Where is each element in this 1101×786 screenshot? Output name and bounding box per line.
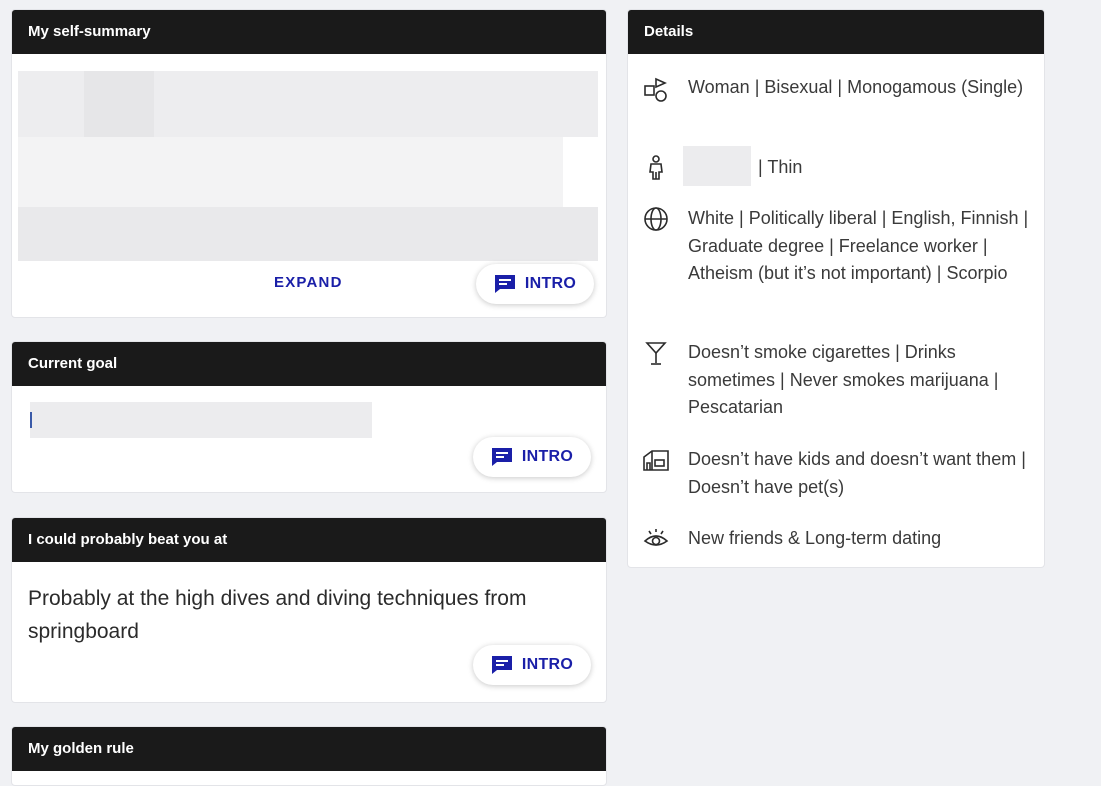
golden-rule-card: My golden rule bbox=[11, 726, 607, 786]
detail-text: New friends & Long-term dating bbox=[688, 528, 942, 548]
message-icon bbox=[494, 275, 515, 293]
redacted-height bbox=[683, 146, 751, 186]
gender-shapes-icon bbox=[642, 76, 670, 104]
details-title: Details bbox=[628, 10, 1044, 54]
intro-label: INTRO bbox=[521, 448, 574, 465]
house-icon bbox=[642, 446, 670, 474]
intro-label: INTRO bbox=[524, 275, 577, 292]
self-summary-card: My self-summary EXPAND INTRO bbox=[11, 9, 607, 318]
beat-you-title: I could probably beat you at bbox=[12, 518, 606, 562]
details-card: Details Woman | Bisexual | Monogamous (S… bbox=[627, 9, 1045, 568]
globe-icon bbox=[642, 205, 670, 233]
intro-button[interactable]: INTRO bbox=[476, 264, 594, 304]
cocktail-glass-icon bbox=[642, 339, 670, 367]
intro-button[interactable]: INTRO bbox=[473, 437, 591, 477]
detail-text: Woman | Bisexual | Monogamous (Single) bbox=[688, 77, 1024, 97]
message-icon bbox=[491, 656, 512, 674]
eye-icon bbox=[642, 525, 670, 553]
beat-you-card: I could probably beat you at Probably at… bbox=[11, 517, 607, 703]
detail-text: White | Politically liberal | English, F… bbox=[688, 208, 1029, 283]
current-goal-title: Current goal bbox=[12, 342, 606, 386]
self-summary-title: My self-summary bbox=[12, 10, 606, 54]
golden-rule-title: My golden rule bbox=[12, 727, 606, 771]
beat-you-answer: Probably at the high dives and diving te… bbox=[28, 587, 527, 643]
intro-label: INTRO bbox=[521, 656, 574, 673]
detail-text: Doesn’t have kids and doesn’t want them … bbox=[688, 449, 1026, 497]
detail-text: | Thin bbox=[758, 157, 803, 177]
detail-text: Doesn’t smoke cigarettes | Drinks someti… bbox=[688, 342, 999, 417]
current-goal-card: Current goal INTRO bbox=[11, 341, 607, 493]
expand-link[interactable]: EXPAND bbox=[274, 274, 343, 291]
message-icon bbox=[491, 448, 512, 466]
intro-button[interactable]: INTRO bbox=[473, 645, 591, 685]
body-type-icon bbox=[642, 154, 670, 182]
